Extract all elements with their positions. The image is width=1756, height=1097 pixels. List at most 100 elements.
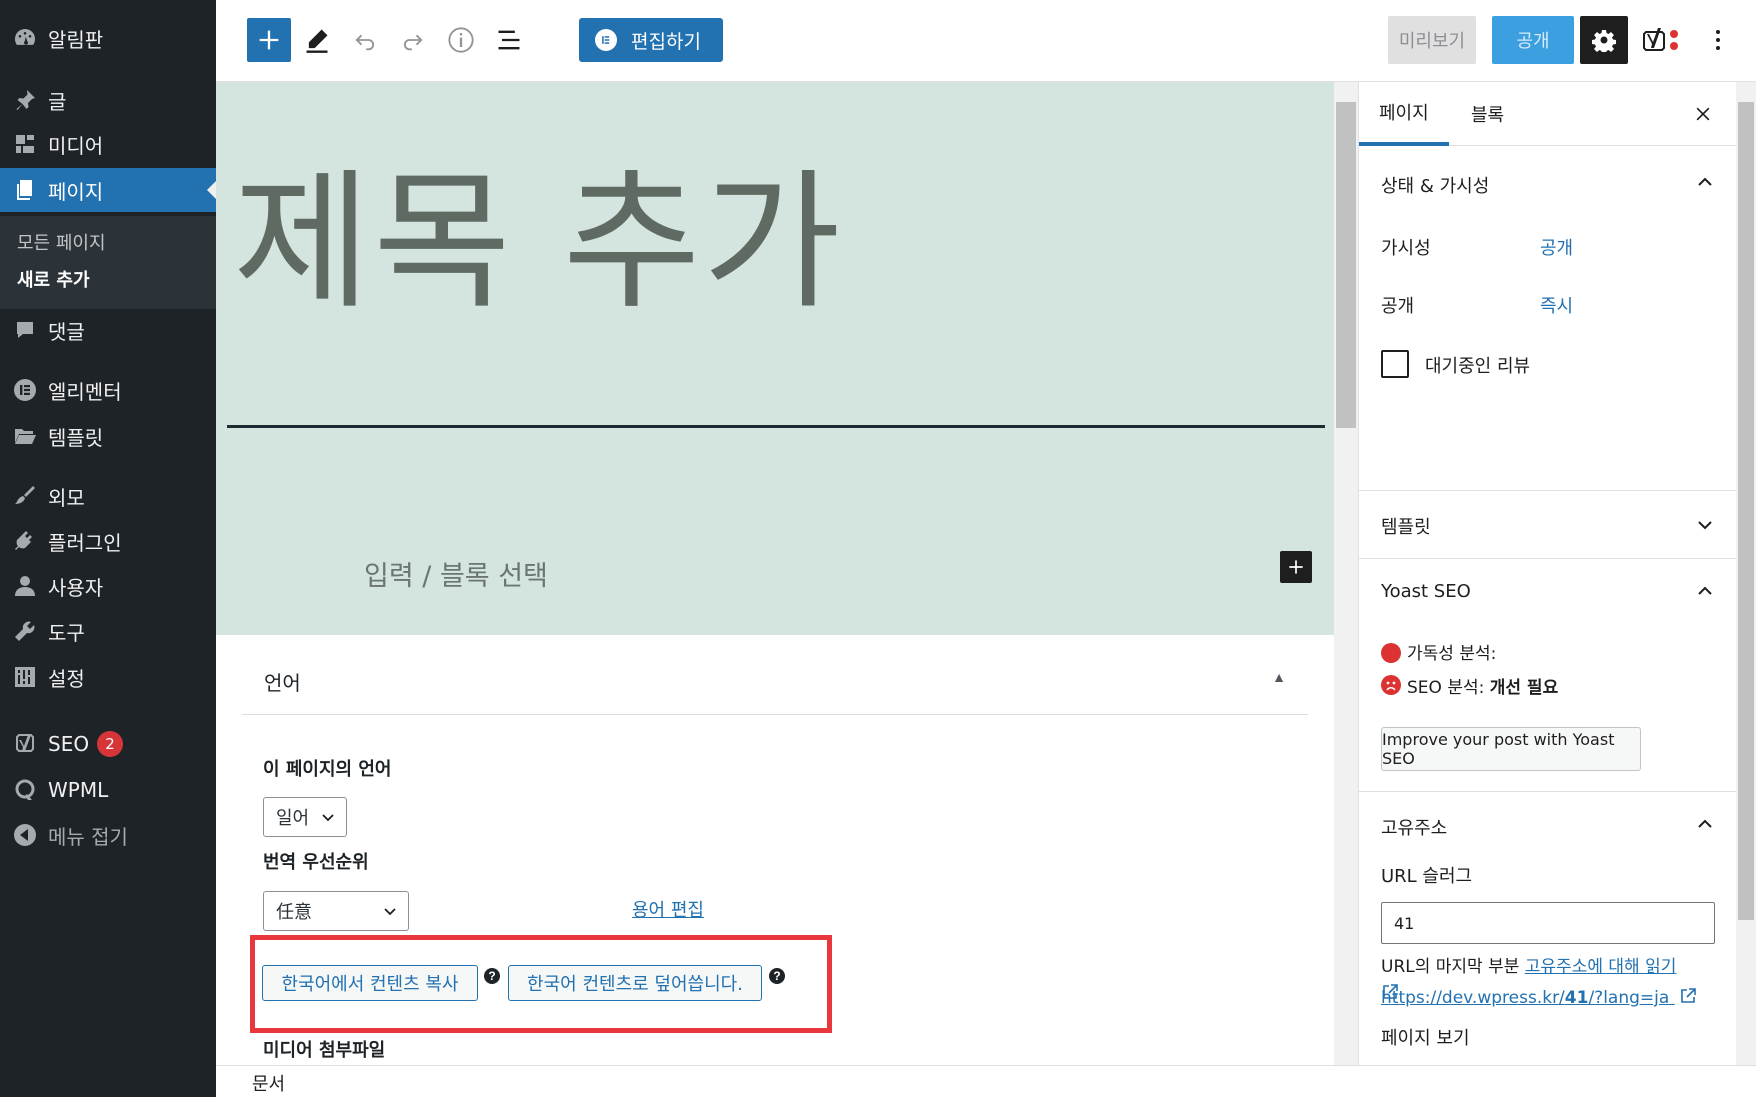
- elementor-icon: [595, 29, 617, 51]
- page-title-placeholder[interactable]: 제목 추가: [233, 168, 843, 318]
- settings-sidebar: 페이지 블록 상태 & 가시성 가시성 공개 공개 즉시 대기중인 리뷰 템플릿…: [1358, 82, 1737, 1065]
- vertical-dots-icon: [1716, 30, 1720, 50]
- permalink-panel: 고유주소 URL 슬러그 URL의 마지막 부분 고유주소에 대해 읽기 페이지…: [1359, 792, 1737, 1065]
- publish-date-link[interactable]: 즉시: [1540, 292, 1573, 318]
- inline-add-block-button[interactable]: [1280, 551, 1312, 583]
- chevron-up-icon[interactable]: [1695, 172, 1715, 192]
- sidebar-item-users[interactable]: 사용자: [0, 564, 216, 608]
- pending-review-checkbox[interactable]: [1381, 350, 1409, 378]
- admin-sidebar: 알림판 글 미디어 페이지 모든 페이지 새로 추가 댓글 엘리멘터 템플릿 외…: [0, 0, 216, 1097]
- sidebar-item-elementor[interactable]: 엘리멘터: [0, 368, 216, 412]
- redo-button[interactable]: [391, 18, 435, 62]
- seo-analysis-row: SEO 분석: 개선 필요: [1407, 673, 1558, 698]
- sidebar-item-wpml[interactable]: WPML: [0, 768, 216, 812]
- sidebar-item-label: SEO: [48, 732, 90, 756]
- sidebar-item-label: WPML: [48, 778, 109, 802]
- elementor-button-label: 편집하기: [631, 30, 701, 53]
- sidebar-item-settings[interactable]: 설정: [0, 655, 216, 699]
- readability-status-dot: [1381, 643, 1401, 663]
- copy-content-button[interactable]: 한국어에서 컨텐츠 복사: [262, 965, 478, 1001]
- sidebar-item-label: 템플릿: [48, 425, 104, 450]
- sidebar-item-label: 설정: [48, 666, 85, 691]
- panel-title[interactable]: 템플릿: [1381, 513, 1431, 539]
- metabox-header[interactable]: 언어 ▲: [242, 635, 1308, 715]
- permalink-docs-link[interactable]: 고유주소에 대해 읽기: [1525, 957, 1677, 977]
- panel-title[interactable]: 고유주소: [1381, 814, 1447, 840]
- block-appender-placeholder[interactable]: 입력 / 블록 선택: [364, 554, 548, 593]
- view-page-label: 페이지 보기: [1381, 1028, 1470, 1049]
- sidebar-scrollbar[interactable]: [1736, 82, 1756, 1065]
- submenu-add-new[interactable]: 새로 추가: [17, 266, 90, 292]
- chevron-down-icon: [322, 814, 334, 822]
- sidebar-item-posts[interactable]: 글: [0, 78, 216, 122]
- page-language-label: 이 페이지의 언어: [263, 759, 392, 780]
- details-button[interactable]: [439, 18, 483, 62]
- yoast-sidebar-button[interactable]: [1640, 20, 1684, 60]
- readability-analysis-label: 가독성 분석:: [1407, 644, 1497, 664]
- tab-page[interactable]: 페이지: [1359, 82, 1449, 146]
- collapse-menu-button[interactable]: 메뉴 접기: [0, 813, 216, 857]
- edit-with-elementor-button[interactable]: 편집하기: [579, 18, 723, 62]
- close-sidebar-button[interactable]: [1691, 102, 1715, 126]
- yoast-icon: [12, 731, 38, 757]
- sidebar-item-tools[interactable]: 도구: [0, 609, 216, 653]
- collapse-arrow-icon[interactable]: ▲: [1272, 669, 1286, 685]
- translation-priority-select[interactable]: 任意: [263, 891, 409, 931]
- seo-analysis-value: 개선 필요: [1489, 678, 1559, 698]
- tools-button[interactable]: [295, 18, 339, 62]
- publish-button[interactable]: 공개: [1492, 16, 1574, 64]
- yoast-seo-panel: Yoast SEO 가독성 분석: SEO 분석: 개선 필요 Improve …: [1359, 559, 1737, 792]
- editor-status-bar: 문서: [216, 1065, 1756, 1097]
- external-link-icon: [1680, 988, 1696, 1003]
- help-icon[interactable]: ?: [484, 968, 500, 984]
- editor-canvas: 제목 추가 입력 / 블록 선택: [216, 82, 1334, 635]
- sidebar-item-dashboard[interactable]: 알림판: [0, 16, 216, 60]
- undo-button[interactable]: [343, 18, 387, 62]
- sidebar-item-label: 엘리멘터: [48, 379, 122, 404]
- plus-icon: [1289, 560, 1303, 574]
- scrollbar-thumb[interactable]: [1738, 102, 1754, 920]
- scrollbar-thumb[interactable]: [1336, 102, 1356, 428]
- more-options-button[interactable]: [1704, 20, 1732, 60]
- submenu-all-pages[interactable]: 모든 페이지: [17, 229, 106, 255]
- chevron-down-icon: [384, 908, 396, 916]
- breadcrumb[interactable]: 문서: [252, 1070, 285, 1096]
- settings-toggle-button[interactable]: [1580, 16, 1628, 64]
- preview-button[interactable]: 미리보기: [1388, 16, 1476, 64]
- chevron-down-icon[interactable]: [1695, 515, 1715, 535]
- help-icon[interactable]: ?: [769, 968, 785, 984]
- wpml-language-metabox: 언어 ▲ 이 페이지의 언어 일어 번역 우선순위 任意 용어 편집 한국어에서…: [216, 635, 1334, 1065]
- list-view-button[interactable]: [487, 18, 531, 62]
- view-page-link[interactable]: https://dev.wpress.kr/41/?lang=ja: [1381, 987, 1697, 1008]
- editor-scrollbar[interactable]: [1334, 82, 1358, 1065]
- sidebar-item-media[interactable]: 미디어: [0, 122, 216, 166]
- metabox-title: 언어: [264, 671, 301, 695]
- slug-help-prefix: URL의 마지막 부분: [1381, 957, 1525, 977]
- overwrite-content-button[interactable]: 한국어 컨텐츠로 덮어씁니다.: [508, 965, 762, 1001]
- improve-with-yoast-button[interactable]: Improve your post with Yoast SEO: [1381, 727, 1641, 771]
- add-block-button[interactable]: [247, 18, 291, 62]
- visibility-value-link[interactable]: 공개: [1540, 234, 1573, 260]
- url-slug-label: URL 슬러그: [1381, 866, 1473, 887]
- tab-block[interactable]: 블록: [1471, 82, 1504, 146]
- edit-terms-link[interactable]: 용어 편집: [632, 896, 704, 922]
- sidebar-item-comments[interactable]: 댓글: [0, 308, 216, 352]
- pages-submenu: 모든 페이지 새로 추가: [0, 216, 216, 309]
- sidebar-item-label: 도구: [48, 620, 85, 645]
- sidebar-item-pages[interactable]: 페이지: [0, 168, 216, 212]
- chevron-up-icon[interactable]: [1695, 814, 1715, 834]
- redo-icon: [403, 34, 423, 51]
- page-language-select[interactable]: 일어: [263, 797, 347, 837]
- list-view-icon: [498, 30, 520, 50]
- pencil-icon: [306, 29, 328, 53]
- chevron-up-icon[interactable]: [1695, 581, 1715, 601]
- sidebar-item-seo[interactable]: SEO 2: [0, 722, 216, 766]
- panel-title[interactable]: 상태 & 가시성: [1381, 172, 1489, 198]
- sidebar-item-templates[interactable]: 템플릿: [0, 414, 216, 458]
- url-slug-input[interactable]: [1381, 902, 1715, 944]
- sidebar-item-appearance[interactable]: 외모: [0, 474, 216, 518]
- comments-icon: [12, 317, 38, 343]
- panel-title[interactable]: Yoast SEO: [1381, 581, 1471, 602]
- sidebar-item-label: 댓글: [48, 319, 85, 344]
- sidebar-item-plugins[interactable]: 플러그인: [0, 519, 216, 563]
